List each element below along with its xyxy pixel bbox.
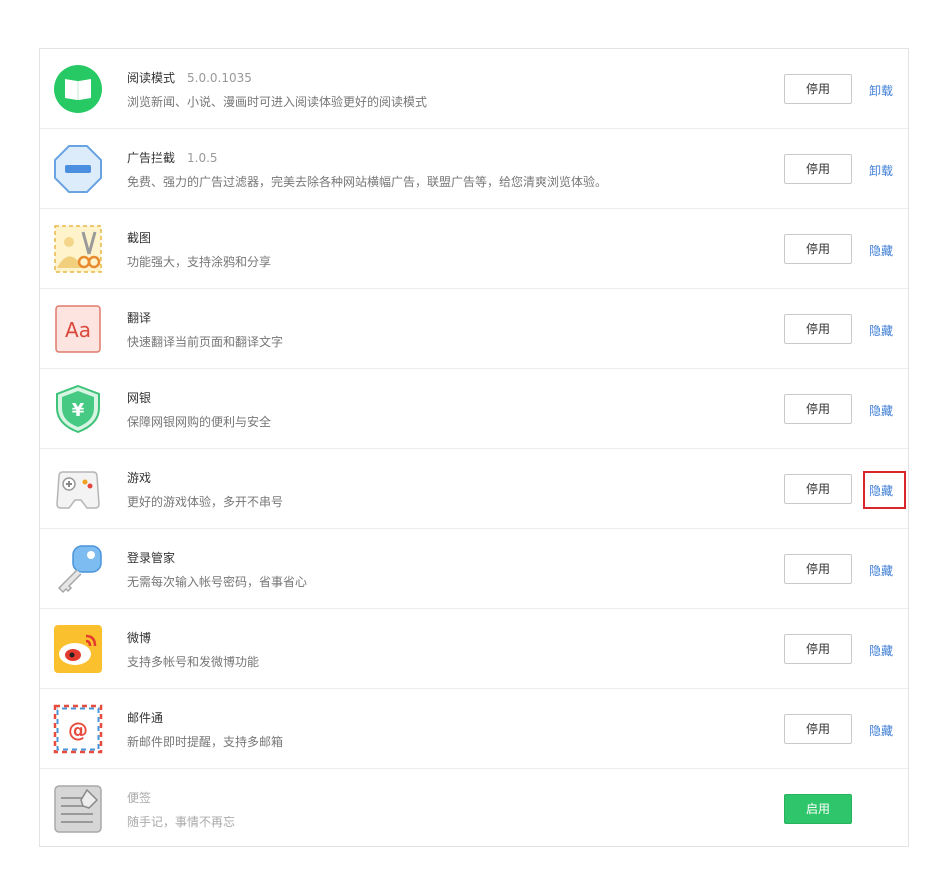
extension-description: 功能强大，支持涂鸦和分享 (127, 255, 272, 269)
extension-title: 截图 (127, 229, 151, 246)
extension-row-login-manager: 登录管家 无需每次输入帐号密码，省事省心 停用 隐藏 (40, 529, 908, 609)
extension-description: 随手记，事情不再忘 (127, 815, 236, 829)
extension-name: 截图 (127, 231, 152, 245)
extension-row-online-banking: ¥ 网银 保障网银网购的便利与安全 停用 隐藏 (40, 369, 908, 449)
book-icon (53, 64, 103, 114)
mail-icon: @ (53, 704, 103, 754)
disable-button[interactable]: 停用 (784, 74, 852, 104)
hide-link[interactable]: 隐藏 (869, 402, 893, 419)
extension-name: 阅读模式 (127, 71, 176, 85)
extension-title: 微博 (127, 629, 151, 646)
uninstall-link[interactable]: 卸载 (869, 162, 893, 179)
svg-text:Aa: Aa (65, 318, 91, 342)
enable-button[interactable]: 启用 (784, 794, 852, 824)
hide-link[interactable]: 隐藏 (869, 242, 893, 259)
shield-yen-icon: ¥ (53, 384, 103, 434)
extension-row-mail: @ 邮件通 新邮件即时提醒，支持多邮箱 停用 隐藏 (40, 689, 908, 769)
extension-version: 5.0.0.1035 (187, 71, 252, 85)
disable-button[interactable]: 停用 (784, 714, 852, 744)
extension-name: 游戏 (127, 471, 152, 485)
screenshot-scissors-icon (53, 224, 103, 274)
extension-row-screenshot: 截图 功能强大，支持涂鸦和分享 停用 隐藏 (40, 209, 908, 289)
disable-button[interactable]: 停用 (784, 394, 852, 424)
ad-block-icon (53, 144, 103, 194)
extension-row-translate: Aa 翻译 快速翻译当前页面和翻译文字 停用 隐藏 (40, 289, 908, 369)
svg-text:¥: ¥ (72, 400, 85, 421)
extension-description: 更好的游戏体验，多开不串号 (127, 495, 284, 509)
extension-title: 邮件通 (127, 709, 163, 726)
extension-description: 支持多帐号和发微博功能 (127, 655, 260, 669)
translate-icon: Aa (53, 304, 103, 354)
hide-link[interactable]: 隐藏 (869, 722, 893, 739)
extension-title: 便签 (127, 789, 151, 806)
disable-button[interactable]: 停用 (784, 154, 852, 184)
disable-button[interactable]: 停用 (784, 554, 852, 584)
gamepad-icon (53, 464, 103, 514)
extension-description: 保障网银网购的便利与安全 (127, 415, 272, 429)
extension-name: 翻译 (127, 311, 152, 325)
hide-link[interactable]: 隐藏 (869, 562, 893, 579)
hide-link[interactable]: 隐藏 (869, 322, 893, 339)
disable-button[interactable]: 停用 (784, 634, 852, 664)
svg-text:@: @ (68, 718, 88, 742)
extension-title: 广告拦截 1.0.5 (127, 149, 218, 166)
extension-version: 1.0.5 (187, 151, 218, 165)
extension-name: 登录管家 (127, 551, 176, 565)
uninstall-link[interactable]: 卸载 (869, 82, 893, 99)
extension-row-ad-block: 广告拦截 1.0.5 免费、强力的广告过滤器，完美去除各种网站横幅广告，联盟广告等… (40, 129, 908, 209)
disable-button[interactable]: 停用 (784, 234, 852, 264)
extension-list: 阅读模式 5.0.0.1035 浏览新闻、小说、漫画时可进入阅读体验更好的阅读模式… (39, 48, 909, 847)
disable-button[interactable]: 停用 (784, 314, 852, 344)
extension-name: 网银 (127, 391, 152, 405)
extension-row-game: 游戏 更好的游戏体验，多开不串号 停用 隐藏 (40, 449, 908, 529)
extension-name: 便签 (127, 791, 152, 805)
extension-title: 登录管家 (127, 549, 175, 566)
extension-description: 无需每次输入帐号密码，省事省心 (127, 575, 308, 589)
extension-row-weibo: 微博 支持多帐号和发微博功能 停用 隐藏 (40, 609, 908, 689)
extension-description: 新邮件即时提醒，支持多邮箱 (127, 735, 284, 749)
disable-button[interactable]: 停用 (784, 474, 852, 504)
extension-description: 浏览新闻、小说、漫画时可进入阅读体验更好的阅读模式 (127, 95, 428, 109)
extension-row-reading-mode: 阅读模式 5.0.0.1035 浏览新闻、小说、漫画时可进入阅读体验更好的阅读模式… (40, 49, 908, 129)
extension-name: 微博 (127, 631, 152, 645)
extension-name: 广告拦截 (127, 151, 176, 165)
notepad-icon (53, 784, 103, 834)
extension-title: 网银 (127, 389, 151, 406)
extension-name: 邮件通 (127, 711, 164, 725)
weibo-icon (53, 624, 103, 674)
extension-title: 游戏 (127, 469, 151, 486)
extension-description: 免费、强力的广告过滤器，完美去除各种网站横幅广告，联盟广告等，给您清爽浏览体验。 (127, 175, 608, 189)
hide-link[interactable]: 隐藏 (869, 642, 893, 659)
extension-title: 翻译 (127, 309, 151, 326)
extension-description: 快速翻译当前页面和翻译文字 (127, 335, 284, 349)
extension-row-notepad: 便签 随手记，事情不再忘 启用 (40, 769, 908, 849)
highlight-box (863, 471, 906, 509)
extension-title: 阅读模式 5.0.0.1035 (127, 69, 252, 86)
key-icon (53, 544, 103, 594)
